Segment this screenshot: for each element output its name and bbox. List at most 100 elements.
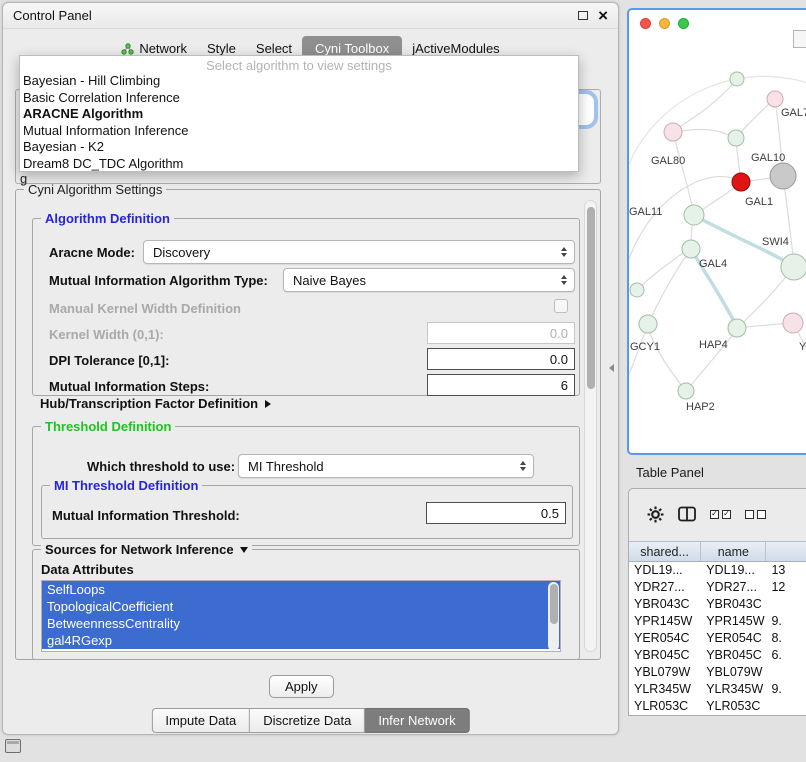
node-label: GAL7 (781, 107, 806, 119)
table-cell: YER054C (701, 630, 766, 647)
algorithm-option[interactable]: ARACNE Algorithm (20, 106, 578, 123)
algorithm-option[interactable]: Dream8 DC_TDC Algorithm (20, 156, 578, 173)
table-row[interactable]: YBL079WYBL079W (629, 664, 806, 681)
node-label: GAL10 (751, 152, 785, 164)
splitter-grip-icon[interactable] (609, 364, 614, 372)
table-row[interactable]: YPR145WYPR145W9. (629, 613, 806, 630)
scrollbar-thumb[interactable] (587, 207, 595, 389)
column-header[interactable]: name (701, 542, 766, 561)
control-panel-titlebar: Control Panel × (3, 3, 618, 29)
table-cell (766, 596, 806, 613)
network-view-window[interactable]: GAL7GAL80GAL10GAL11GAL1SWI4GAL4GCY1HAP4H… (627, 8, 806, 455)
network-node[interactable] (783, 313, 803, 333)
table-cell: YLR345W (629, 681, 701, 698)
network-node[interactable] (730, 72, 744, 86)
bottom-tab-bar: Impute Data Discretize Data Infer Networ… (151, 708, 469, 733)
network-node[interactable] (682, 240, 700, 258)
table-cell: YER054C (629, 630, 701, 647)
table-cell: 9. (766, 613, 806, 630)
table-row[interactable]: YBR045CYBR045C6. (629, 647, 806, 664)
settings-scrollbar[interactable] (584, 200, 597, 652)
close-window-icon[interactable] (640, 18, 651, 29)
network-edge (673, 132, 693, 211)
kernel-width-field[interactable]: 0.0 (427, 322, 575, 344)
tab-infer-network[interactable]: Infer Network (365, 708, 469, 733)
table-cell: YBR045C (701, 647, 766, 664)
network-node[interactable] (781, 254, 806, 280)
table-row[interactable]: YER054CYER054C8. (629, 630, 806, 647)
attribute-list-scrollbar[interactable] (548, 582, 559, 651)
hub-section-toggle[interactable]: Hub/Transcription Factor Definition (40, 396, 271, 411)
zoom-window-icon[interactable] (678, 18, 689, 29)
manual-kernel-label: Manual Kernel Width Definition (49, 301, 241, 316)
table-row[interactable]: YDR27...YDR27...12 (629, 579, 806, 596)
minimize-window-icon[interactable] (659, 18, 670, 29)
node-label: HAP2 (686, 401, 715, 413)
dpi-tolerance-field[interactable]: 0.0 (427, 348, 575, 370)
network-node[interactable] (732, 173, 750, 191)
attribute-list-item[interactable]: SelfLoops (42, 581, 560, 598)
algorithm-option[interactable]: Bayesian - Hill Climbing (20, 73, 578, 90)
tab-impute-data[interactable]: Impute Data (151, 708, 250, 733)
mi-threshold-label: Mutual Information Threshold: (52, 508, 240, 523)
restore-panel-icon[interactable] (5, 739, 21, 753)
algorithm-option[interactable]: Bayesian - K2 (20, 139, 578, 156)
attribute-list-item[interactable]: TopologicalCoefficient (42, 598, 560, 615)
network-node[interactable] (664, 123, 682, 141)
tab-discretize-data[interactable]: Discretize Data (250, 708, 365, 733)
network-node[interactable] (630, 283, 644, 297)
mi-algorithm-type-label: Mutual Information Algorithm Type: (49, 273, 268, 288)
table-body: YDL19...YDL19...13YDR27...YDR27...12YBR0… (629, 562, 806, 715)
network-edge (675, 79, 737, 130)
table-row[interactable]: YDL19...YDL19...13 (629, 562, 806, 579)
gear-icon[interactable] (647, 506, 664, 523)
table-row[interactable]: YBR043CYBR043C (629, 596, 806, 613)
attribute-list-item[interactable]: BetweennessCentrality (42, 615, 560, 632)
network-node[interactable] (639, 315, 657, 333)
network-node[interactable] (770, 163, 796, 189)
mi-algorithm-type-select[interactable]: Naive Bayes (283, 268, 575, 292)
manual-kernel-checkbox[interactable] (554, 299, 568, 313)
table-cell: YBL079W (629, 664, 701, 681)
table-row[interactable]: YLR345WYLR345W9. (629, 681, 806, 698)
table-cell (766, 664, 806, 681)
sources-section-toggle[interactable]: Sources for Network Inference (41, 542, 252, 557)
table-row[interactable]: YLR053CYLR053C (629, 698, 806, 715)
network-node[interactable] (728, 130, 744, 146)
close-icon[interactable]: × (598, 7, 608, 24)
selected-value: Discovery (153, 245, 210, 260)
dpi-tolerance-label: DPI Tolerance [0,1]: (49, 353, 169, 368)
table-cell: 6. (766, 647, 806, 664)
apply-button[interactable]: Apply (269, 675, 334, 698)
node-label: GCY1 (630, 341, 660, 353)
column-header[interactable] (766, 542, 806, 561)
sources-group: Sources for Network Inference Data Attri… (32, 549, 580, 660)
algorithm-option[interactable]: Basic Correlation Inference (20, 90, 578, 107)
network-node[interactable] (767, 91, 783, 107)
column-layout-icon[interactable] (678, 506, 696, 522)
attribute-list-item[interactable]: gal4RGexp (42, 632, 560, 649)
network-node[interactable] (728, 319, 746, 337)
window-buttons: × (578, 7, 608, 24)
tab-label: Select (256, 41, 292, 56)
table-cell: YDR27... (701, 579, 766, 596)
mi-steps-label: Mutual Information Steps: (49, 379, 209, 394)
which-threshold-select[interactable]: MI Threshold (238, 454, 534, 478)
column-header[interactable]: shared... (629, 542, 701, 561)
select-all-icon[interactable]: ✓✓ (710, 510, 731, 519)
mi-threshold-field[interactable]: 0.5 (426, 502, 566, 524)
mi-steps-field[interactable]: 6 (427, 374, 575, 396)
network-edge (649, 330, 686, 391)
aracne-mode-select[interactable]: Discovery (143, 240, 575, 264)
table-cell: YBL079W (701, 664, 766, 681)
float-window-icon[interactable] (578, 11, 588, 20)
network-canvas[interactable]: GAL7GAL80GAL10GAL11GAL1SWI4GAL4GCY1HAP4H… (629, 34, 806, 454)
scrollbar-thumb[interactable] (550, 584, 558, 624)
network-node[interactable] (684, 205, 704, 225)
combo-arrows-icon (561, 275, 567, 285)
table-cell: YDL19... (629, 562, 701, 579)
network-node[interactable] (678, 383, 694, 399)
algorithm-option[interactable]: Mutual Information Inference (20, 123, 578, 140)
table-cell: YLR053C (629, 698, 701, 715)
deselect-all-icon[interactable] (745, 510, 766, 519)
